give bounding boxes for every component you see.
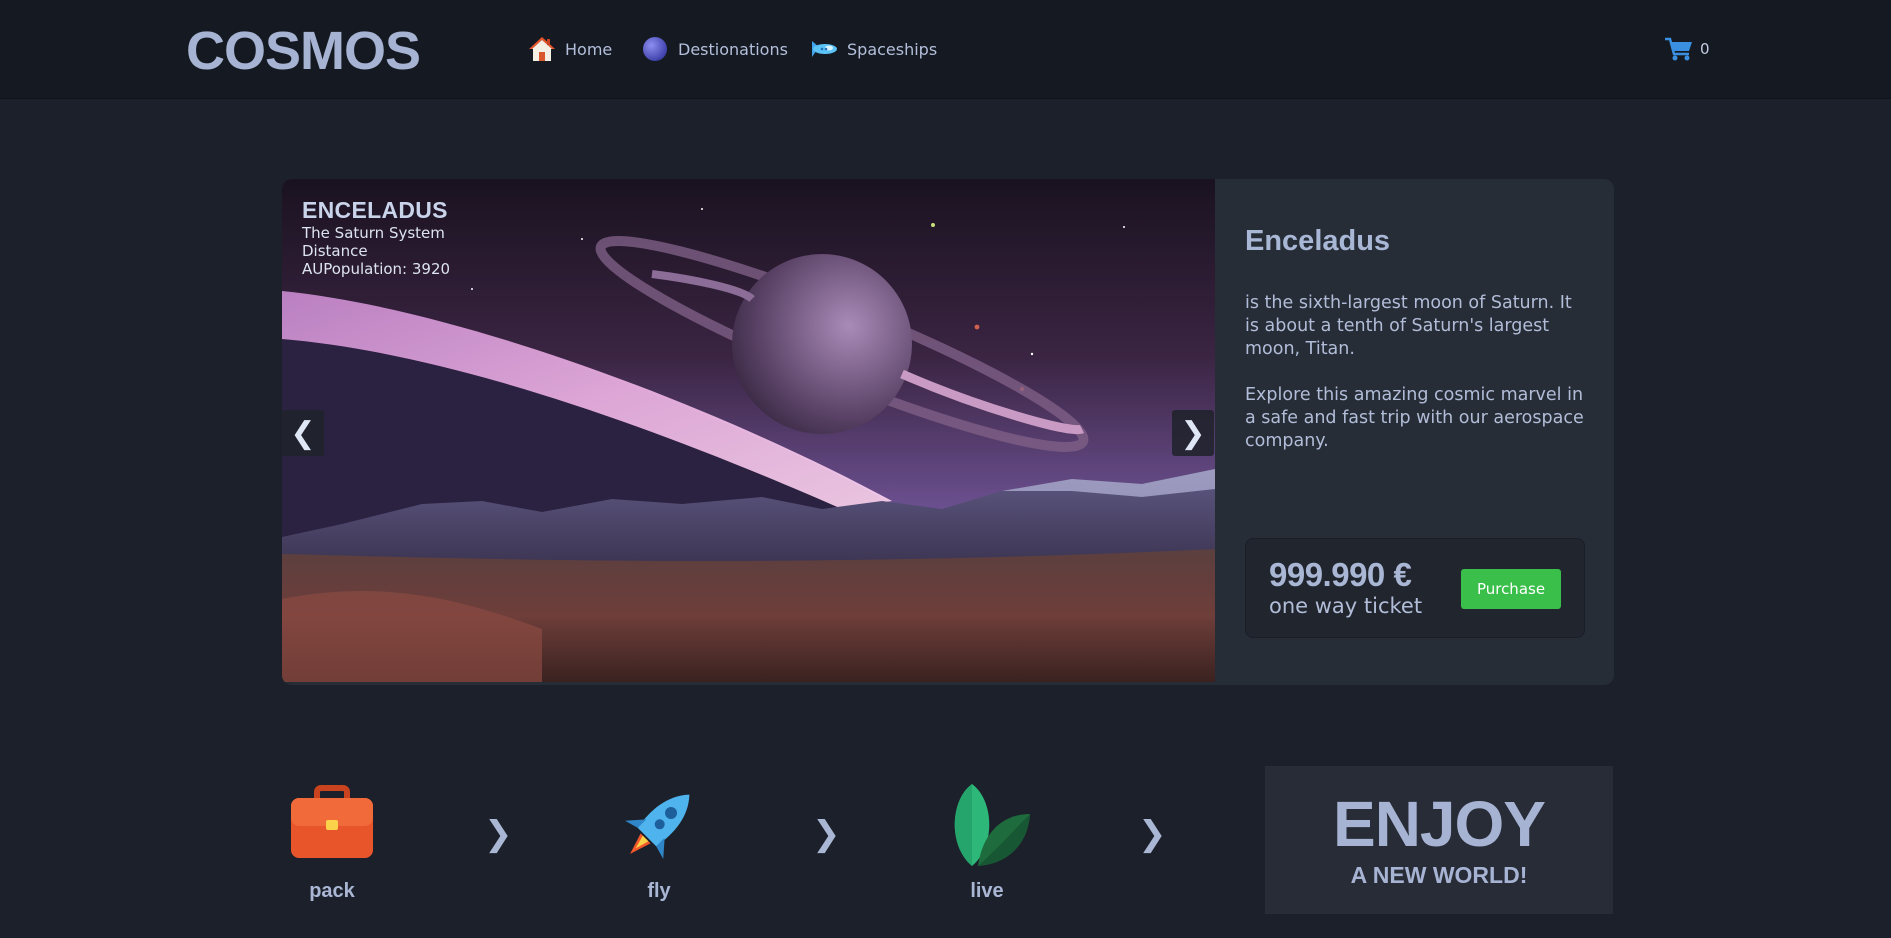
nav-destinations-label: Destionations: [678, 39, 788, 59]
step-chevron: ❯: [484, 814, 513, 854]
slide-caption-line: Distance: [302, 242, 368, 260]
destination-info: Enceladus is the sixth-largest moon of S…: [1215, 179, 1614, 685]
slide-caption: ENCELADUS The Saturn System Distance AUP…: [302, 197, 450, 278]
hero-panel: ENCELADUS The Saturn System Distance AUP…: [282, 179, 1614, 685]
slide-caption-line: The Saturn System: [302, 224, 445, 242]
leaf-icon: [954, 784, 1030, 866]
slider-prev-button[interactable]: ❮: [282, 410, 324, 456]
price-box: 999.990 € one way ticket Purchase: [1245, 538, 1585, 638]
step-pack: pack: [272, 780, 392, 902]
rocket-icon: [625, 794, 690, 859]
slider-next-button[interactable]: ❯: [1172, 410, 1214, 456]
step-chevron: ❯: [812, 814, 841, 854]
destination-title: Enceladus: [1245, 225, 1391, 257]
cart-icon: [1665, 37, 1692, 61]
step-label: fly: [647, 880, 671, 902]
enjoy-heading: ENJOY: [1333, 788, 1546, 860]
ticket-price: 999.990 €: [1269, 556, 1412, 593]
enjoy-banner: ENJOY A NEW WORLD!: [1265, 766, 1613, 914]
briefcase-icon: [291, 785, 373, 858]
description-paragraph: Explore this amazing cosmic marvel in a …: [1245, 385, 1584, 451]
step-live: live: [927, 780, 1047, 902]
cart-count: 0: [1700, 40, 1710, 58]
step-fly: fly: [599, 780, 719, 902]
slide-title: ENCELADUS: [302, 197, 448, 223]
nav-home[interactable]: Home: [528, 34, 612, 64]
cart-button[interactable]: 0: [1664, 36, 1710, 62]
home-icon: [529, 37, 555, 61]
planet-icon: [643, 37, 667, 61]
nav-destinations[interactable]: Destionations: [641, 34, 788, 64]
slide-caption-line: AUPopulation: 3920: [302, 260, 451, 278]
enjoy-subheading: A NEW WORLD!: [1350, 862, 1528, 888]
nav-spaceships[interactable]: Spaceships: [810, 34, 937, 64]
nav-home-label: Home: [565, 39, 613, 59]
step-chevron: ❯: [1138, 814, 1167, 854]
destination-description: is the sixth-largest moon of Saturn. It …: [1245, 292, 1590, 476]
spaceship-icon: [812, 41, 837, 57]
purchase-button[interactable]: Purchase: [1461, 569, 1561, 609]
description-paragraph: is the sixth-largest moon of Saturn. It …: [1245, 293, 1572, 359]
step-label: live: [970, 880, 1004, 902]
logo[interactable]: COSMOS: [186, 20, 421, 82]
step-label: pack: [309, 880, 355, 902]
nav-spaceships-label: Spaceships: [847, 39, 938, 59]
site-header: COSMOS Home Destionations Spaceships 0: [0, 0, 1891, 99]
ticket-type: one way ticket: [1269, 594, 1423, 618]
destination-slide: ENCELADUS The Saturn System Distance AUP…: [282, 179, 1215, 682]
